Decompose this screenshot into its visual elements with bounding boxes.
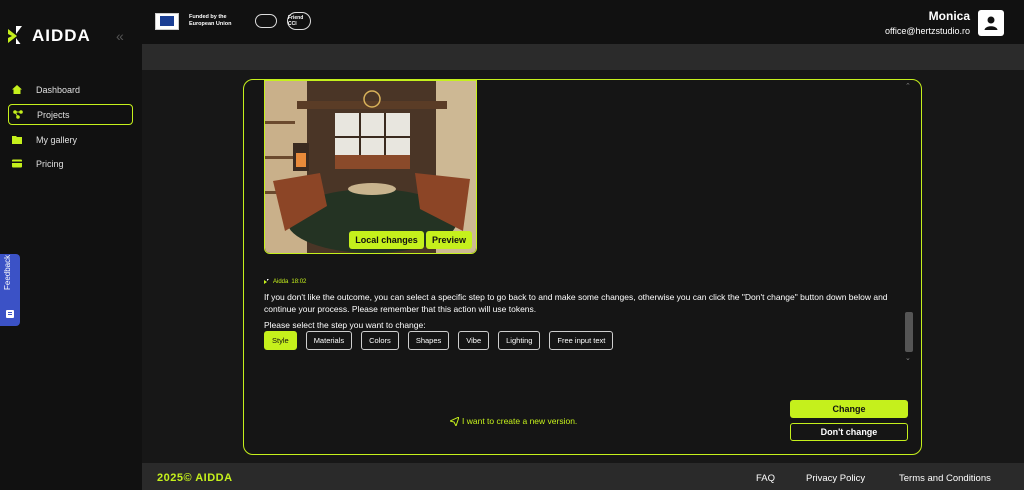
footer-link-terms[interactable]: Terms and Conditions (899, 473, 991, 484)
sidebar-item-label: Pricing (36, 158, 64, 169)
message-time: 18:02 (291, 279, 307, 285)
step-chip-lighting[interactable]: Lighting (498, 331, 541, 350)
sidebar-item-label: Projects (37, 109, 70, 120)
home-icon (12, 85, 22, 94)
new-version-label: I want to create a new version. (462, 416, 578, 426)
change-button[interactable]: Change (790, 400, 908, 418)
message-text: If you don't like the outcome, you can s… (264, 292, 888, 314)
eu-funding-text: Funded by the European Union (189, 14, 232, 27)
scroll-up-icon[interactable]: ⌃ (905, 82, 911, 90)
new-version-link[interactable]: I want to create a new version. (450, 416, 577, 426)
aidda-logo-icon (8, 26, 22, 46)
sidebar-item-pricing[interactable]: Pricing (8, 153, 133, 174)
sidebar-item-projects[interactable]: Projects (8, 104, 133, 125)
feedback-label: Feedback (3, 254, 12, 290)
collapse-sidebar-icon[interactable]: « (116, 28, 124, 44)
sidebar-item-my-gallery[interactable]: My gallery (8, 129, 133, 150)
sidebar-item-label: Dashboard (36, 84, 81, 95)
scroll-down-icon[interactable]: ⌄ (905, 354, 911, 362)
sidebar-item-dashboard[interactable]: Dashboard (8, 79, 133, 100)
user-name: Monica (928, 9, 970, 23)
aidda-avatar-icon (264, 279, 269, 284)
step-chip-free-input-text[interactable]: Free input text (549, 331, 614, 350)
friend-cci-logo: Friend CCI (287, 12, 311, 30)
local-changes-button[interactable]: Local changes (349, 231, 424, 249)
main-content: Local changes Preview Aidda 18:02 If you… (142, 44, 1024, 463)
user-icon (984, 16, 998, 30)
dont-change-button[interactable]: Don't change (790, 423, 908, 441)
step-chip-colors[interactable]: Colors (361, 331, 399, 350)
brand-name: AIDDA (32, 26, 91, 45)
step-prompt: Please select the step you want to chang… (264, 320, 426, 330)
generated-interior-image: Local changes Preview (264, 80, 477, 254)
footer-link-privacy-policy[interactable]: Privacy Policy (806, 473, 865, 484)
step-chip-style[interactable]: Style (264, 331, 297, 350)
footer-copyright: 2025© AIDDA (157, 472, 233, 484)
sidebar-item-label: My gallery (36, 134, 78, 145)
interior-render-image (265, 81, 476, 253)
send-icon (450, 416, 459, 426)
step-chip-vibe[interactable]: Vibe (458, 331, 490, 350)
user-email: office@hertzstudio.ro (884, 26, 970, 36)
eu-flag-icon (155, 12, 179, 30)
sub-header-bar (142, 44, 1024, 70)
chat-panel: Local changes Preview Aidda 18:02 If you… (243, 79, 922, 455)
message-meta: Aidda 18:02 (264, 279, 306, 285)
chat-scroll-area[interactable]: Local changes Preview Aidda 18:02 If you… (264, 80, 904, 360)
preview-button[interactable]: Preview (426, 231, 472, 249)
avatar[interactable] (978, 9, 1004, 36)
app-root: AIDDA « Funded by the European Union Fri… (0, 0, 1024, 490)
sidebar: Dashboard Projects My gallery Pricing Fe… (0, 44, 142, 490)
chat-scrollbar[interactable]: ⌃ ⌄ (905, 82, 913, 362)
step-options: Style Materials Colors Shapes Vibe Light… (264, 331, 614, 350)
brand-logo[interactable]: AIDDA (8, 26, 91, 46)
step-chip-materials[interactable]: Materials (305, 331, 353, 350)
sponsor-logos: Funded by the European Union Friend CCI (155, 12, 311, 30)
folder-icon (12, 136, 22, 144)
feedback-icon (6, 310, 14, 318)
scrollbar-thumb[interactable] (905, 312, 913, 352)
top-header: AIDDA « Funded by the European Union Fri… (0, 0, 1024, 46)
user-menu[interactable]: Monica office@hertzstudio.ro (885, 9, 1004, 36)
message-sender: Aidda (273, 279, 289, 285)
projects-icon (13, 110, 23, 119)
pricing-icon (12, 159, 22, 168)
step-chip-shapes[interactable]: Shapes (407, 331, 450, 350)
footer: 2025© AIDDA FAQ Privacy Policy Terms and… (142, 463, 1024, 490)
feedback-tab[interactable]: Feedback (0, 254, 20, 326)
footer-link-faq[interactable]: FAQ (756, 473, 775, 484)
cci-logo-icon (255, 14, 277, 28)
